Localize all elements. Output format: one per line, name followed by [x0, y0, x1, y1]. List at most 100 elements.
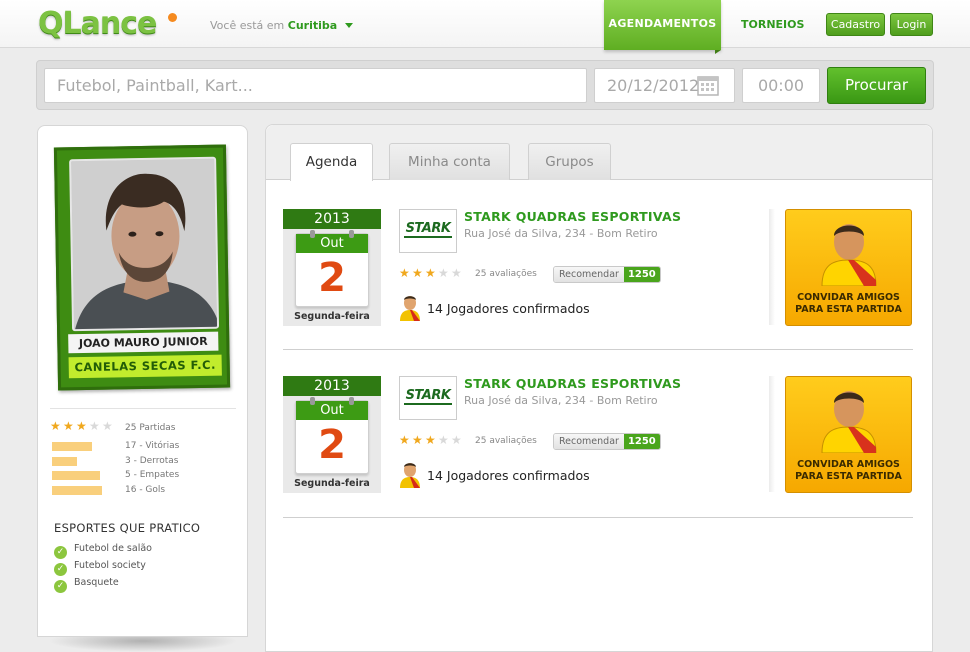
invite-friends-button[interactable]: CONVIDAR AMIGOS PARA ESTA PARTIDA: [785, 209, 912, 326]
stat-label: 17 - Vitórias: [125, 441, 180, 451]
tab-agenda[interactable]: Agenda: [290, 143, 373, 181]
sport-label: Futebol de salão: [74, 543, 152, 554]
date-year: 2013: [283, 376, 381, 396]
logo-dot-icon: [168, 13, 177, 22]
venue-name[interactable]: STARK QUADRAS ESPORTIVAS: [464, 209, 681, 224]
calendar-page: Out 2: [295, 230, 369, 307]
calendar-ring: [310, 230, 315, 238]
sport-label: Futebol society: [74, 560, 146, 571]
recommend-label: Recomendar: [554, 434, 624, 449]
confirmed-players: 14 Jogadores confirmados: [399, 462, 590, 488]
player-icon: [821, 224, 877, 286]
tab-grupos[interactable]: Grupos: [528, 143, 611, 180]
search-input[interactable]: Futebol, Paintball, Kart...: [44, 68, 587, 103]
date-year: 2013: [283, 209, 381, 229]
venue-logo-text: STARK: [404, 388, 452, 405]
player-icon: [400, 296, 420, 321]
sports-title: ESPORTES QUE PRATICO: [54, 521, 201, 535]
divider: [50, 408, 236, 409]
event-item: 2013 Out 2 Segunda-feira STARK STARK QUA…: [283, 376, 913, 518]
star-icon: ★: [63, 419, 74, 433]
date-badge: 2013 Out 2 Segunda-feira: [283, 209, 381, 326]
star-icon: ★: [425, 266, 436, 280]
player-icon: [821, 391, 877, 453]
star-icon: ★: [412, 266, 423, 280]
stat-bar-fill: [52, 486, 102, 495]
stat-bar: [52, 471, 118, 480]
cadastro-button[interactable]: Cadastro: [826, 13, 885, 36]
recommend-button[interactable]: Recomendar 1250: [553, 433, 661, 450]
venue-rating: ★ ★ ★ ★ ★: [399, 433, 462, 447]
check-icon: ✓: [54, 546, 67, 559]
venue-address: Rua José da Silva, 234 - Bom Retiro: [464, 227, 658, 240]
reviews-count: 25 avaliações: [475, 269, 537, 279]
check-icon: ✓: [54, 563, 67, 576]
reviews-count: 25 avaliações: [475, 436, 537, 446]
divider: [769, 376, 775, 492]
star-icon: ★: [438, 433, 449, 447]
player-card: JOAO MAURO JUNIOR CANELAS SECAS F.C.: [53, 144, 231, 391]
stat-bar: [52, 486, 118, 495]
star-icon: ★: [412, 433, 423, 447]
sport-item: ✓ Futebol society: [54, 560, 146, 576]
logo[interactable]: QLance: [38, 6, 157, 41]
stat-label: 16 - Gols: [125, 485, 166, 495]
player-icon: [400, 463, 420, 488]
sport-label: Basquete: [74, 577, 119, 588]
team-name: CANELAS SECAS F.C.: [68, 354, 222, 379]
player-photo: [69, 156, 220, 332]
recommend-count: 1250: [623, 434, 660, 449]
star-icon: ★: [89, 419, 100, 433]
date-day: 2: [318, 422, 346, 468]
invite-friends-button[interactable]: CONVIDAR AMIGOS PARA ESTA PARTIDA: [785, 376, 912, 493]
sport-item: ✓ Basquete: [54, 577, 119, 593]
calendar-ring: [349, 230, 354, 238]
location-city[interactable]: Curitiba: [288, 19, 337, 32]
star-icon: ★: [76, 419, 87, 433]
star-icon: ★: [102, 419, 113, 433]
location-selector[interactable]: Você está em Curitiba: [210, 19, 353, 32]
star-icon: ★: [438, 266, 449, 280]
search-button[interactable]: Procurar: [827, 67, 926, 104]
confirmed-players-text: 14 Jogadores confirmados: [427, 468, 590, 483]
calendar-page: Out 2: [295, 397, 369, 474]
stat-label: 3 - Derrotas: [125, 456, 179, 466]
calendar-icon[interactable]: [697, 74, 719, 96]
confirmed-players: 14 Jogadores confirmados: [399, 295, 590, 321]
time-field[interactable]: 00:00: [742, 68, 820, 103]
venue-logo[interactable]: STARK: [399, 376, 457, 420]
player-rating: ★ ★ ★ ★ ★: [50, 419, 113, 433]
star-icon: ★: [399, 433, 410, 447]
star-icon: ★: [399, 266, 410, 280]
star-icon: ★: [451, 266, 462, 280]
event-separator: [283, 349, 913, 350]
event-item: 2013 Out 2 Segunda-feira STARK STARK QUA…: [283, 209, 913, 350]
venue-rating: ★ ★ ★ ★ ★: [399, 266, 462, 280]
calendar-ring: [310, 397, 315, 405]
venue-logo-text: STARK: [404, 221, 452, 238]
nav-agendamentos[interactable]: AGENDAMENTOS: [604, 0, 721, 54]
divider: [769, 209, 775, 325]
check-icon: ✓: [54, 580, 67, 593]
invite-friends-label: CONVIDAR AMIGOS PARA ESTA PARTIDA: [795, 459, 902, 482]
date-weekday: Segunda-feira: [294, 478, 370, 489]
chevron-down-icon[interactable]: [344, 23, 353, 28]
nav-torneios[interactable]: TORNEIOS: [741, 18, 804, 31]
confirmed-players-text: 14 Jogadores confirmados: [427, 301, 590, 316]
venue-name[interactable]: STARK QUADRAS ESPORTIVAS: [464, 376, 681, 391]
stat-bar-fill: [52, 457, 78, 466]
location-prefix: Você está em: [210, 19, 285, 32]
stat-label: 5 - Empates: [125, 470, 180, 480]
matches-count: 25 Partidas: [125, 423, 176, 433]
tab-minha-conta[interactable]: Minha conta: [389, 143, 510, 180]
invite-friends-label: CONVIDAR AMIGOS PARA ESTA PARTIDA: [795, 292, 902, 315]
star-icon: ★: [451, 433, 462, 447]
date-weekday: Segunda-feira: [294, 311, 370, 322]
recommend-button[interactable]: Recomendar 1250: [553, 266, 661, 283]
venue-logo[interactable]: STARK: [399, 209, 457, 253]
login-button[interactable]: Login: [890, 13, 933, 36]
player-name: JOAO MAURO JUNIOR: [68, 331, 219, 354]
stat-bar-fill: [52, 442, 92, 451]
event-separator: [283, 517, 913, 518]
stat-bar-fill: [52, 471, 101, 480]
